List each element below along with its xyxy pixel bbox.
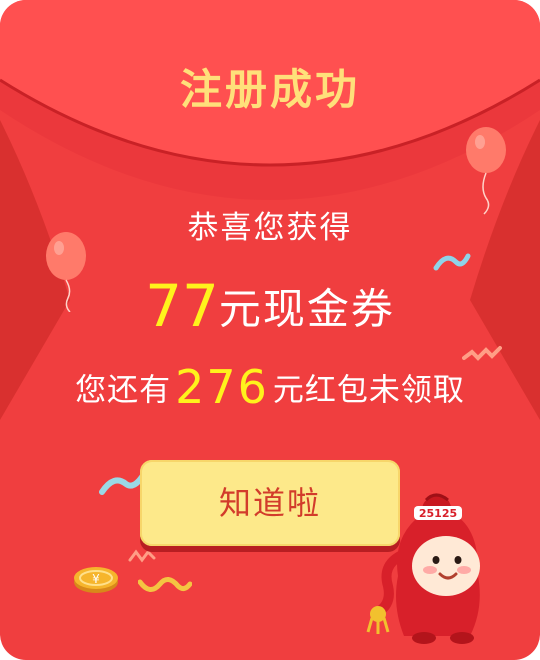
coupon-value: 77: [145, 272, 219, 340]
success-dialog: 注册成功 ¥ 恭喜您获得 77元现金券 您还有276 元红包未领取 知道啦 25…: [0, 0, 540, 660]
remaining-prefix: 您还有: [75, 372, 172, 409]
congrats-text: 恭喜您获得: [187, 210, 353, 246]
mascot-icon: 25125: [366, 493, 480, 644]
cash-coupon-amount: 77元现金券: [0, 272, 540, 340]
dialog-title: 注册成功: [179, 65, 360, 114]
got-it-button[interactable]: 知道啦: [140, 460, 400, 546]
coin-icon: ¥: [74, 567, 118, 593]
remaining-red-packets: 您还有276 元红包未领取: [0, 360, 540, 414]
svg-text:¥: ¥: [92, 572, 100, 586]
confetti-icon: [128, 549, 156, 563]
remaining-value: 276: [175, 360, 269, 414]
remaining-suffix: 元红包未领取: [272, 372, 465, 409]
mascot-badge: 25125: [419, 507, 457, 520]
coupon-unit-text: 元现金券: [218, 284, 395, 334]
confetti-icon: [138, 577, 192, 592]
